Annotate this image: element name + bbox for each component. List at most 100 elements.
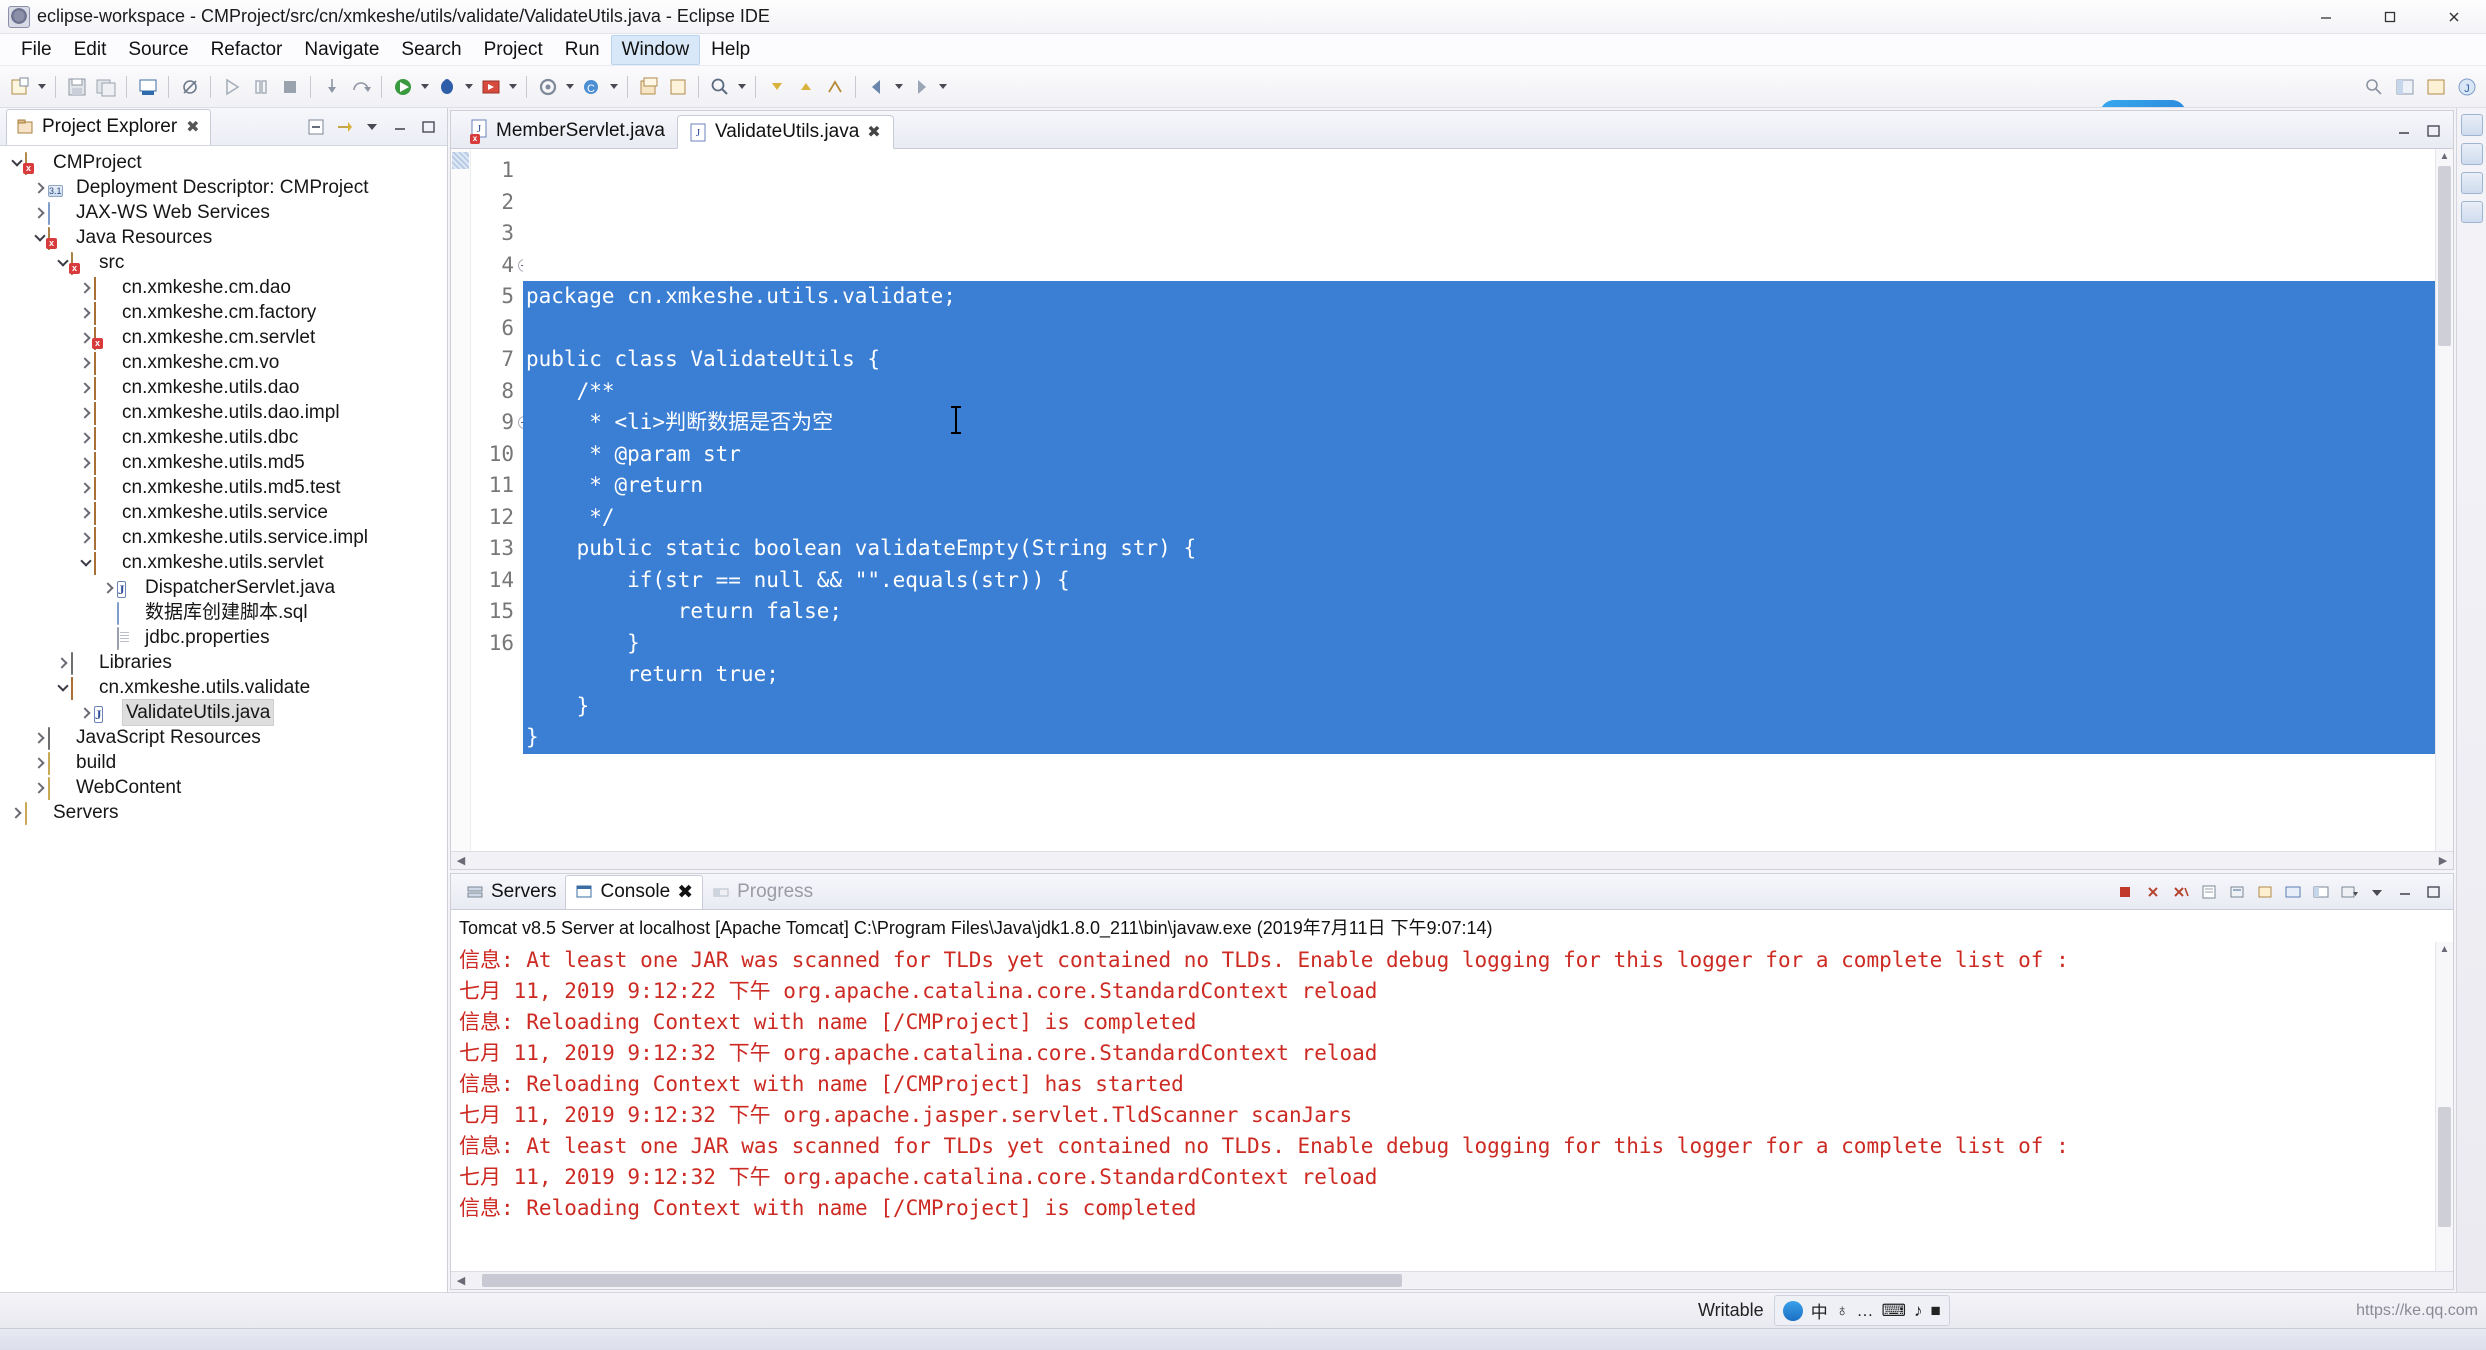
next-annotation-icon[interactable] bbox=[763, 73, 790, 100]
close-icon[interactable]: ✖ bbox=[867, 122, 880, 142]
tree-expand-arrow-icon[interactable] bbox=[77, 404, 94, 421]
tree-expand-arrow-icon[interactable] bbox=[77, 454, 94, 471]
close-icon[interactable]: ✖ bbox=[677, 881, 693, 904]
tree-item[interactable]: x cn.xmkeshe.cm.servlet bbox=[0, 325, 447, 350]
run-icon[interactable] bbox=[389, 73, 416, 100]
terminate-console-icon[interactable] bbox=[2113, 880, 2137, 904]
tab-project-explorer[interactable]: Project Explorer ✖ bbox=[6, 108, 211, 145]
display-selected-console-icon[interactable] bbox=[2309, 880, 2333, 904]
tab-servers[interactable]: Servers bbox=[457, 875, 565, 909]
tab-console[interactable]: Console ✖ bbox=[565, 874, 704, 909]
previous-annotation-icon[interactable] bbox=[792, 73, 819, 100]
tree-item[interactable]: x Java Resources bbox=[0, 225, 447, 250]
tree-item[interactable]: cn.xmkeshe.utils.service.impl bbox=[0, 525, 447, 550]
maximize-editor-icon[interactable] bbox=[2421, 119, 2445, 143]
pin-console-icon[interactable] bbox=[2253, 880, 2277, 904]
editor-tab-validateutils[interactable]: J ValidateUtils.java ✖ bbox=[676, 115, 894, 149]
maximize-view-icon[interactable] bbox=[416, 115, 440, 139]
tree-item[interactable]: cn.xmkeshe.utils.service bbox=[0, 500, 447, 525]
ime-mode-label[interactable]: 中 bbox=[1811, 1298, 1828, 1323]
code-line[interactable]: /** bbox=[523, 375, 2435, 407]
tree-item[interactable]: x src bbox=[0, 250, 447, 275]
tree-item[interactable]: 数据库创建脚本.sql bbox=[0, 600, 447, 625]
tree-item[interactable]: cn.xmkeshe.cm.dao bbox=[0, 275, 447, 300]
tree-expand-arrow-icon[interactable] bbox=[77, 479, 94, 496]
scroll-up-icon[interactable]: ▲ bbox=[2437, 942, 2453, 957]
tree-expand-arrow-icon[interactable] bbox=[77, 304, 94, 321]
tree-expand-arrow-icon[interactable] bbox=[77, 504, 94, 521]
tree-item[interactable]: build bbox=[0, 750, 447, 775]
close-icon[interactable]: ✖ bbox=[186, 117, 199, 137]
quick-access-field[interactable] bbox=[2360, 73, 2387, 100]
last-edit-location-icon[interactable] bbox=[821, 73, 848, 100]
code-line[interactable]: public static boolean validateEmpty(Stri… bbox=[523, 533, 2435, 565]
code-line[interactable]: */ bbox=[523, 501, 2435, 533]
terminate-icon[interactable] bbox=[276, 73, 303, 100]
search-icon[interactable] bbox=[706, 73, 733, 100]
scroll-up-icon[interactable]: ▲ bbox=[2437, 149, 2453, 164]
tree-expand-arrow-icon[interactable] bbox=[31, 179, 48, 196]
back-icon[interactable] bbox=[863, 73, 890, 100]
maximize-console-icon[interactable] bbox=[2421, 880, 2445, 904]
open-perspective-icon[interactable] bbox=[2391, 73, 2418, 100]
new-java-class-icon[interactable]: C bbox=[578, 73, 605, 100]
code-line[interactable]: } bbox=[523, 690, 2435, 722]
tree-expand-arrow-icon[interactable] bbox=[8, 804, 25, 821]
tree-item[interactable]: J ValidateUtils.java bbox=[0, 699, 447, 726]
menu-search[interactable]: Search bbox=[390, 35, 472, 65]
external-tools-icon[interactable] bbox=[534, 73, 561, 100]
tree-item[interactable]: Servers bbox=[0, 800, 447, 825]
editor-tab-memberservlet[interactable]: J x MemberServlet.java bbox=[459, 114, 677, 148]
tree-item[interactable]: cn.xmkeshe.utils.dao bbox=[0, 375, 447, 400]
console-view-menu-icon[interactable] bbox=[2365, 880, 2389, 904]
resume-icon[interactable] bbox=[218, 73, 245, 100]
tree-expand-arrow-icon[interactable] bbox=[77, 529, 94, 546]
tree-item[interactable]: cn.xmkeshe.utils.validate bbox=[0, 675, 447, 700]
scroll-right-icon[interactable]: ▶ bbox=[2436, 854, 2450, 868]
project-tree[interactable]: x CMProject 3.1 Deployment Descriptor: CMPr… bbox=[0, 146, 447, 1292]
code-line[interactable]: } bbox=[523, 627, 2435, 659]
menu-navigate[interactable]: Navigate bbox=[293, 35, 390, 65]
tree-item[interactable]: WebContent bbox=[0, 775, 447, 800]
close-button[interactable] bbox=[2422, 0, 2486, 34]
menu-edit[interactable]: Edit bbox=[63, 35, 118, 65]
code-line[interactable]: package cn.xmkeshe.utils.validate; bbox=[523, 281, 2435, 313]
java-ee-perspective-icon[interactable] bbox=[2422, 73, 2449, 100]
tree-item[interactable]: J DispatcherServlet.java bbox=[0, 575, 447, 600]
tree-item[interactable]: cn.xmkeshe.cm.factory bbox=[0, 300, 447, 325]
tree-expand-arrow-icon[interactable] bbox=[54, 654, 71, 671]
tree-expand-arrow-icon[interactable] bbox=[77, 704, 94, 721]
tree-item[interactable]: cn.xmkeshe.utils.md5.test bbox=[0, 475, 447, 500]
code-line[interactable]: return true; bbox=[523, 659, 2435, 691]
editor-vertical-scrollbar[interactable]: ▲ bbox=[2435, 149, 2453, 851]
scroll-thumb[interactable] bbox=[2438, 1107, 2451, 1227]
editor-horizontal-scrollbar[interactable]: ◀ ▶ bbox=[451, 851, 2453, 869]
forward-dropdown-icon[interactable] bbox=[936, 73, 949, 100]
back-dropdown-icon[interactable] bbox=[892, 73, 905, 100]
tree-item[interactable]: JavaScript Resources bbox=[0, 725, 447, 750]
code-line[interactable]: * @param str bbox=[523, 438, 2435, 470]
remove-launch-icon[interactable] bbox=[2141, 880, 2165, 904]
code-line[interactable]: * <li>判断数据是否为空 bbox=[523, 407, 2435, 439]
snippets-view-icon[interactable] bbox=[2460, 201, 2483, 223]
scroll-thumb[interactable] bbox=[2438, 166, 2451, 346]
code-line[interactable] bbox=[523, 312, 2435, 344]
link-with-editor-icon[interactable] bbox=[332, 115, 356, 139]
new-dropdown-icon[interactable] bbox=[35, 73, 48, 100]
open-type-icon[interactable] bbox=[635, 73, 662, 100]
ime-keyboard-icon[interactable]: ⌨ bbox=[1881, 1301, 1906, 1321]
ime-moon-icon[interactable]: ♁ bbox=[1836, 1301, 1849, 1321]
external-tools-dropdown-icon[interactable] bbox=[563, 73, 576, 100]
code-editing-area[interactable]: 12345678910111213141516 观看视频 package cn.… bbox=[451, 149, 2453, 851]
open-resource-icon[interactable] bbox=[664, 73, 691, 100]
menu-refactor[interactable]: Refactor bbox=[200, 35, 294, 65]
menu-window[interactable]: Window bbox=[610, 34, 701, 65]
step-over-icon[interactable] bbox=[347, 73, 374, 100]
new-class-dropdown-icon[interactable] bbox=[607, 73, 620, 100]
minimize-editor-icon[interactable] bbox=[2392, 119, 2416, 143]
code-line[interactable]: if(str == null && "".equals(str)) { bbox=[523, 564, 2435, 596]
console-output-body[interactable]: 信息: At least one JAR was scanned for TLD… bbox=[451, 942, 2453, 1271]
code-line[interactable]: public class ValidateUtils { bbox=[523, 344, 2435, 376]
remove-all-launches-icon[interactable] bbox=[2169, 880, 2193, 904]
outline-view-icon[interactable] bbox=[2460, 143, 2483, 165]
